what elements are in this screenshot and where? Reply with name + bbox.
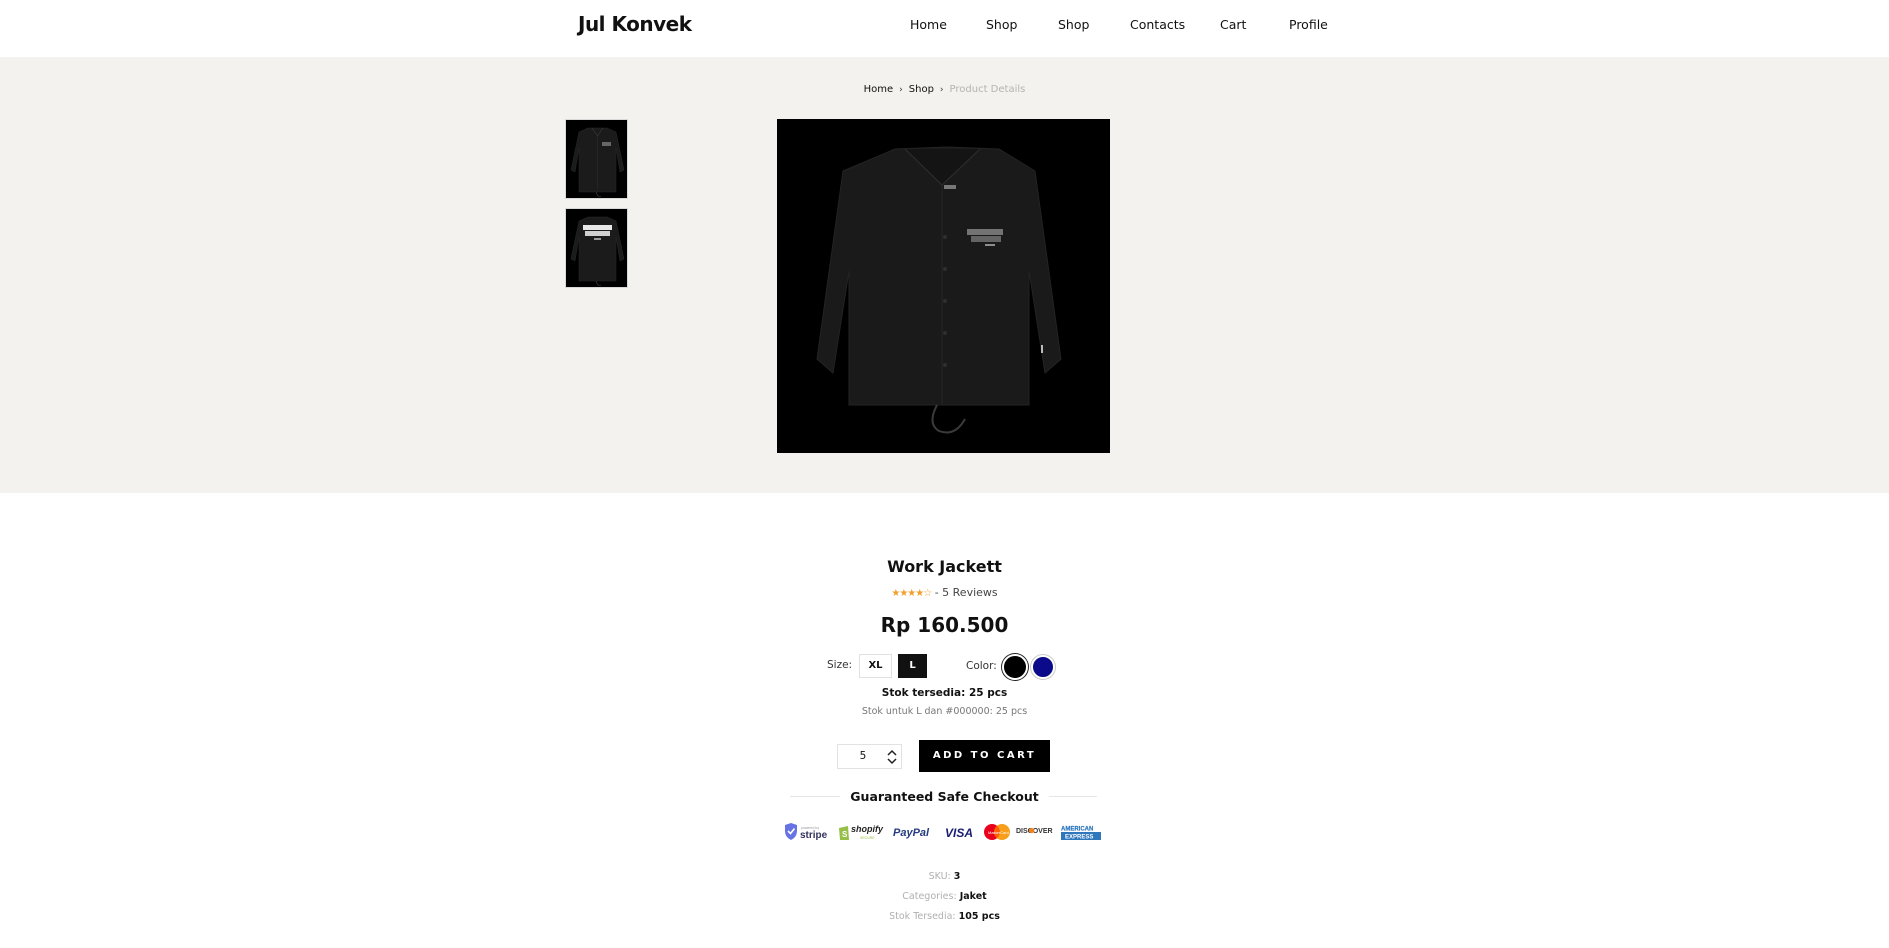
visa-icon: VISA bbox=[945, 826, 973, 840]
sku-value: 3 bbox=[953, 871, 961, 882]
safe-checkout-title: Guaranteed Safe Checkout bbox=[850, 789, 1039, 804]
quantity-stepper[interactable]: 5 bbox=[837, 744, 902, 769]
svg-text:VISA: VISA bbox=[945, 826, 973, 840]
svg-text:shopify: shopify bbox=[851, 824, 884, 834]
svg-text:S: S bbox=[842, 830, 848, 839]
product-main-image[interactable] bbox=[777, 119, 1110, 453]
svg-text:stripe: stripe bbox=[800, 830, 828, 841]
nav-contacts[interactable]: Contacts bbox=[1130, 17, 1185, 32]
nav-cart[interactable]: Cart bbox=[1220, 17, 1246, 32]
color-swatch-black[interactable] bbox=[1002, 654, 1028, 680]
thumbnail-front[interactable] bbox=[565, 119, 628, 199]
categories-label: Categories: bbox=[902, 891, 957, 902]
size-option-xl[interactable]: XL bbox=[859, 654, 892, 678]
jacket-back-thumbnail bbox=[566, 209, 627, 287]
product-total-stock: Stok Tersedia: 105 pcs bbox=[0, 911, 1889, 922]
breadcrumb: Home › Shop › Product Details bbox=[0, 84, 1889, 96]
chevron-right-icon: › bbox=[899, 84, 903, 95]
breadcrumb-home[interactable]: Home bbox=[864, 84, 894, 95]
nav-shop[interactable]: Shop bbox=[986, 17, 1017, 32]
size-label: Size: bbox=[827, 659, 853, 671]
stock-available: Stok tersedia: 25 pcs bbox=[881, 687, 1008, 699]
stepper-arrows-icon[interactable] bbox=[886, 748, 898, 766]
site-header: Jul Konvek Home Shop Shop Contacts Cart … bbox=[0, 0, 1889, 57]
quantity-value[interactable]: 5 bbox=[838, 750, 888, 762]
chevron-right-icon: › bbox=[939, 84, 944, 95]
breadcrumb-shop[interactable]: Shop bbox=[909, 84, 934, 95]
american-express-icon: AMERICAN EXPRESS bbox=[1060, 823, 1102, 841]
sku-label: SKU: bbox=[928, 871, 951, 882]
nav-home[interactable]: Home bbox=[910, 17, 947, 32]
stripe-icon: powered by stripe bbox=[785, 823, 828, 841]
star-rating-icon: ★★★★☆ bbox=[891, 588, 932, 599]
svg-text:PayPal: PayPal bbox=[893, 827, 930, 839]
nav-profile[interactable]: Profile bbox=[1289, 17, 1328, 32]
breadcrumb-current: Product Details bbox=[949, 84, 1026, 95]
product-categories: Categories: Jaket bbox=[0, 891, 1889, 902]
size-option-l[interactable]: L bbox=[898, 654, 927, 678]
reviews-count[interactable]: - 5 Reviews bbox=[935, 586, 998, 599]
nav-shop-2[interactable]: Shop bbox=[1058, 17, 1089, 32]
color-swatch-blue[interactable] bbox=[1031, 655, 1055, 679]
svg-text:SECURE: SECURE bbox=[860, 836, 875, 840]
thumbnail-back[interactable] bbox=[565, 208, 628, 288]
product-rating: ★★★★☆ - 5 Reviews bbox=[0, 586, 1889, 599]
product-title: Work Jackett bbox=[887, 557, 1002, 576]
add-to-cart-button[interactable]: ADD TO CART bbox=[919, 740, 1050, 772]
jacket-front-thumbnail bbox=[566, 120, 627, 198]
svg-text:EXPRESS: EXPRESS bbox=[1065, 835, 1093, 841]
svg-text:DISCOVER: DISCOVER bbox=[1016, 828, 1053, 835]
categories-value[interactable]: Jaket bbox=[960, 891, 987, 902]
shopify-icon: S shopify SECURE bbox=[839, 824, 884, 840]
color-label: Color: bbox=[966, 660, 997, 672]
product-sku: SKU: 3 bbox=[0, 871, 1889, 882]
paypal-icon: PayPal bbox=[893, 827, 930, 839]
total-stock-label: Stok Tersedia: bbox=[889, 911, 956, 922]
jacket-front-image bbox=[777, 119, 1110, 453]
mastercard-icon: MasterCard bbox=[984, 824, 1010, 840]
product-price: Rp 160.500 bbox=[880, 613, 1009, 637]
site-logo[interactable]: Jul Konvek bbox=[578, 12, 692, 36]
total-stock-value: 105 pcs bbox=[958, 911, 1000, 922]
svg-text:AMERICAN: AMERICAN bbox=[1061, 827, 1093, 833]
svg-text:MasterCard: MasterCard bbox=[988, 830, 1009, 835]
stock-variant: Stok untuk L dan #000000: 25 pcs bbox=[861, 706, 1028, 717]
discover-icon: DISCOVER bbox=[1016, 827, 1053, 835]
